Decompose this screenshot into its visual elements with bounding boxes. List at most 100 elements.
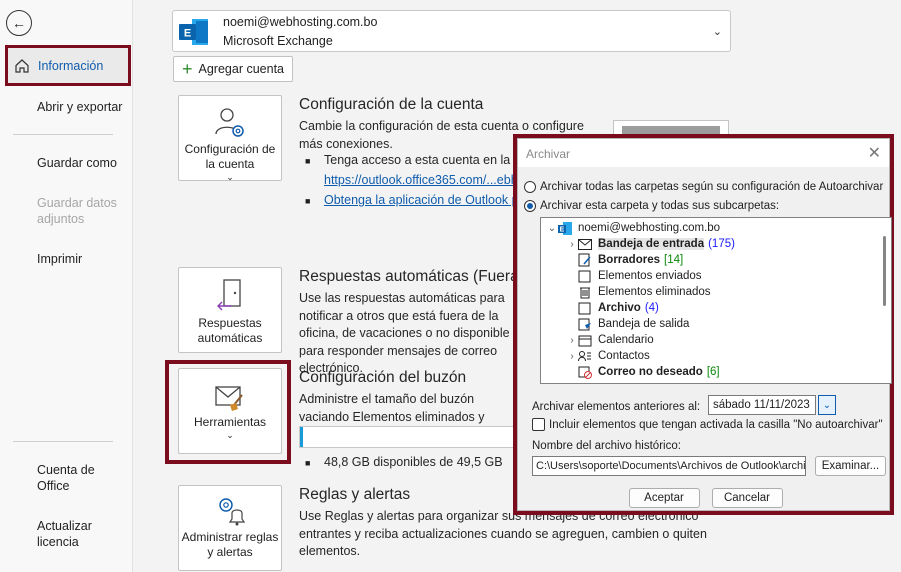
scroll-thumb[interactable]: [883, 236, 886, 306]
file-label: Nombre del archivo histórico:: [532, 440, 681, 452]
add-account-label: Agregar cuenta: [198, 62, 284, 76]
chevron-right-icon[interactable]: ›: [567, 239, 577, 250]
chevron-down-icon: ⌄: [712, 26, 722, 38]
archive-dialog: Archivar ✕ Archivar todas las carpetas s…: [517, 138, 892, 511]
tree-item-outbox[interactable]: Bandeja de salida: [577, 316, 689, 332]
tree-item-junk[interactable]: Correo no deseado [6]: [577, 364, 720, 380]
radio-archive-folder[interactable]: Archivar esta carpeta y todas sus subcar…: [524, 200, 779, 212]
tree-item-deleted[interactable]: Elementos eliminados: [577, 284, 711, 300]
storage-progress: [299, 426, 519, 448]
exchange-icon: E: [179, 19, 208, 45]
folder-tree[interactable]: ⌄ E noemi@webhosting.com.bo › Bandeja de…: [540, 217, 892, 384]
user-settings-icon: [215, 108, 244, 137]
account-type: Microsoft Exchange: [223, 34, 333, 48]
bullet-icon: ■: [305, 196, 311, 206]
folder-name: Bandeja de salida: [598, 318, 690, 330]
home-icon: [15, 58, 29, 73]
checkbox[interactable]: [532, 418, 545, 431]
junk-icon: [577, 365, 593, 379]
auto-reply-button[interactable]: Respuestas automáticas: [178, 267, 282, 353]
dialog-titlebar: Archivar ✕: [518, 139, 889, 167]
nav-item-imprimir[interactable]: Imprimir: [37, 251, 82, 267]
nav-item-guardar-adjuntos: Guardar datos adjuntos: [37, 196, 117, 226]
chevron-right-icon[interactable]: ›: [567, 335, 577, 346]
chevron-right-icon[interactable]: ›: [567, 351, 577, 362]
trash-icon: [577, 285, 593, 299]
nav-divider: [13, 134, 113, 135]
account-selector[interactable]: E noemi@webhosting.com.bo Microsoft Exch…: [172, 10, 731, 52]
tree-root[interactable]: ⌄ E noemi@webhosting.com.bo: [547, 220, 720, 236]
folder-count: (4): [644, 302, 659, 314]
folder-name: Elementos eliminados: [598, 286, 711, 298]
back-arrow-icon[interactable]: ←: [6, 10, 32, 36]
section-description: Use Reglas y alertas para organizar sus …: [299, 509, 707, 558]
plus-icon: +: [182, 59, 193, 79]
nav-divider: [13, 441, 113, 442]
section-title: Configuración de la cuenta: [299, 96, 484, 113]
folder-name: Elementos enviados: [598, 270, 702, 282]
backstage-nav: ← Información Abrir y exportar Guardar c…: [0, 0, 133, 572]
tree-item-contacts[interactable]: › Contactos: [567, 348, 650, 364]
tree-item-sent[interactable]: Elementos enviados: [577, 268, 702, 284]
bullet-icon: ■: [305, 156, 311, 166]
radio-label: Archivar esta carpeta y todas sus subcar…: [540, 200, 780, 212]
ok-button[interactable]: Aceptar: [628, 488, 700, 508]
nav-item-informacion[interactable]: Información: [5, 45, 131, 86]
folder-name: Correo no deseado: [598, 366, 703, 378]
chevron-down-icon: ⌄: [226, 172, 234, 182]
tree-item-calendar[interactable]: › Calendario: [567, 332, 654, 348]
drafts-icon: [577, 253, 593, 267]
archive-date-input[interactable]: sábado 11/11/2023: [708, 395, 816, 415]
chevron-down-icon: ⌄: [226, 430, 234, 440]
tree-item-drafts[interactable]: Borradores [14]: [577, 252, 683, 268]
archive-file-input[interactable]: C:\Users\soporte\Documents\Archivos de O…: [532, 456, 806, 476]
date-label: Archivar elementos anteriores al:: [532, 401, 701, 413]
account-settings-button[interactable]: Configuración de la cuenta ⌄: [178, 95, 282, 182]
folder-name: Calendario: [598, 334, 654, 346]
sent-icon: [577, 269, 593, 283]
nav-item-actualizar-licencia[interactable]: Actualizar licencia: [37, 518, 107, 550]
tree-item-inbox[interactable]: › Bandeja de entrada (175): [567, 236, 735, 252]
folder-count: [14]: [664, 254, 684, 266]
tools-button[interactable]: Herramientas ⌄: [178, 368, 282, 454]
tile-label: Configuración de la cuenta: [184, 142, 276, 171]
tree-item-archive[interactable]: Archivo (4): [577, 300, 659, 316]
inbox-icon: [577, 237, 593, 251]
nav-item-abrir-exportar[interactable]: Abrir y exportar: [37, 99, 122, 115]
folder-name: Contactos: [598, 350, 650, 362]
no-autoarchive-checkbox-row[interactable]: Incluir elementos que tengan activada la…: [532, 418, 883, 431]
rules-alerts-button[interactable]: Administrar reglas y alertas: [178, 485, 282, 571]
checkbox-label: Incluir elementos que tengan activada la…: [549, 418, 883, 431]
door-arrow-icon: [217, 279, 241, 311]
svg-text:E: E: [560, 226, 565, 233]
calendar-icon: [577, 333, 593, 347]
chevron-down-icon: ⌄: [822, 399, 832, 411]
tree-scrollbar[interactable]: [877, 218, 891, 383]
section-title: Configuración del buzón: [299, 369, 467, 386]
tile-label: Respuestas automáticas: [197, 316, 263, 345]
chevron-down-icon[interactable]: ⌄: [547, 223, 557, 234]
folder-icon: [577, 301, 593, 315]
add-account-button[interactable]: + Agregar cuenta: [173, 56, 293, 82]
folder-count: (175): [708, 238, 735, 250]
account-email: noemi@webhosting.com.bo: [223, 15, 378, 29]
nav-item-cuenta-office[interactable]: Cuenta de Office: [37, 462, 107, 494]
radio-button[interactable]: [524, 200, 536, 212]
tile-label: Administrar reglas y alertas: [181, 530, 279, 559]
outbox-icon: [577, 317, 593, 331]
folder-name: Archivo: [598, 302, 641, 314]
close-icon[interactable]: ✕: [868, 143, 881, 163]
folder-count: [6]: [706, 366, 720, 378]
storage-progress-fill: [300, 427, 304, 447]
radio-archive-all[interactable]: Archivar todas las carpetas según su con…: [524, 181, 883, 193]
date-dropdown-button[interactable]: ⌄: [818, 395, 836, 415]
cancel-button[interactable]: Cancelar: [711, 488, 783, 508]
radio-button[interactable]: [524, 181, 536, 193]
browse-button[interactable]: Examinar...: [815, 456, 886, 476]
archive-dialog-highlight: Archivar ✕ Archivar todas las carpetas s…: [513, 134, 894, 515]
nav-item-guardar-como[interactable]: Guardar como: [37, 155, 117, 171]
radio-label: Archivar todas las carpetas según su con…: [540, 181, 884, 193]
section-title: Reglas y alertas: [299, 486, 411, 503]
dialog-title: Archivar: [526, 147, 571, 161]
gear-bell-icon: [219, 498, 246, 526]
